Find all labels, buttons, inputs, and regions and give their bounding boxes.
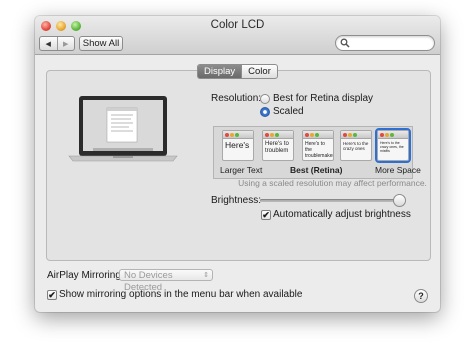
back-button[interactable]: ◀ [40,37,57,50]
mirroring-options-checkbox[interactable]: ✔ [47,290,57,300]
forward-button[interactable]: ▶ [56,37,75,50]
mirroring-options-label[interactable]: Show mirroring options in the menu bar w… [59,289,302,300]
brightness-slider[interactable] [260,199,404,202]
scale-label-middle: Best (Retina) [290,165,343,175]
scale-option-4-preview: Here's to the crazy ones [343,141,369,151]
airplay-mirroring-popup[interactable]: No Devices Detected ⇕ [119,269,213,293]
preferences-window: Color LCD ◀ ▶ Show All Display Color Res… [35,16,440,312]
scale-label-left: Larger Text [220,165,263,175]
scale-option-1-preview: Here's [225,140,250,150]
show-all-button[interactable]: Show All [79,36,123,51]
popup-arrows-icon: ⇕ [203,272,209,279]
search-icon [340,38,350,48]
radio-best-for-retina-label[interactable]: Best for Retina display [273,93,373,104]
nav-buttons: ◀ ▶ [39,36,75,51]
scale-option-5[interactable]: Here's to the crazy ones, the misfits [375,128,411,163]
tab-color[interactable]: Color [241,65,277,78]
scaled-resolution-note: Using a scaled resolution may affect per… [238,178,427,188]
auto-brightness-checkbox[interactable]: ✔ [261,210,271,220]
brightness-slider-knob[interactable] [393,194,406,207]
window-title: Color LCD [210,19,265,31]
brightness-label: Brightness: [211,195,262,206]
radio-scaled[interactable] [260,107,270,117]
scale-option-2[interactable]: Here's to troublem [262,130,294,161]
scale-option-5-preview: Here's to the crazy ones, the misfits [380,141,404,153]
scale-option-1[interactable]: Here's [222,130,254,161]
radio-best-for-retina[interactable] [260,94,270,104]
tab-bar: Display Color [197,64,278,79]
airplay-mirroring-label: AirPlay Mirroring: [47,270,124,281]
laptop-preview-icon [68,96,178,162]
help-button[interactable]: ? [414,289,428,303]
scale-option-2-preview: Here's to troublem [265,141,289,154]
auto-brightness-label[interactable]: Automatically adjust brightness [273,209,411,220]
search-field[interactable] [335,35,435,51]
radio-scaled-label[interactable]: Scaled [273,106,304,117]
tab-display[interactable]: Display [198,65,242,78]
scale-label-right: More Space [375,165,421,175]
scale-option-3[interactable]: Here's to the troublemakers [302,130,334,161]
title-bar: Color LCD ◀ ▶ Show All [35,16,440,55]
scale-option-4[interactable]: Here's to the crazy ones [340,130,372,161]
scale-option-3-preview: Here's to the troublemakers [305,141,334,159]
search-input[interactable] [352,36,430,50]
resolution-label: Resolution: [211,93,262,104]
